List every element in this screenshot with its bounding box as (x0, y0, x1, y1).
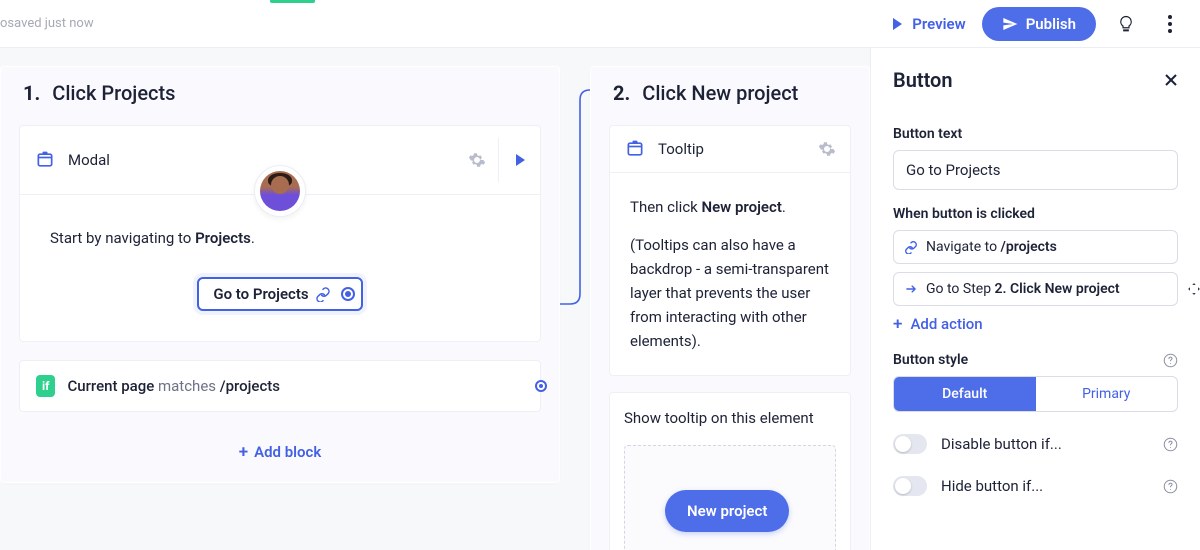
modal-body-text: Start by navigating to Projects. (50, 229, 510, 247)
target-element-pill: New project (665, 490, 789, 532)
kebab-icon (1168, 15, 1172, 33)
target-preview: New project (624, 445, 836, 550)
step-2: 2. Click New project Tooltip Then click … (590, 66, 870, 550)
hide-if-row: Hide button if... (893, 476, 1178, 496)
modal-body[interactable]: Start by navigating to Projects. Go to P… (20, 194, 540, 341)
preview-label: Preview (912, 15, 965, 33)
disable-if-row: Disable button if... (893, 434, 1178, 454)
tooltip-icon (624, 138, 646, 160)
gear-icon (818, 140, 836, 158)
hide-if-toggle[interactable] (893, 476, 927, 496)
publish-button[interactable]: Publish (982, 7, 1096, 41)
step-title: Click Projects (52, 81, 175, 105)
target-label: Show tooltip on this element (624, 409, 836, 427)
help-icon[interactable] (1163, 353, 1178, 368)
target-block[interactable]: Show tooltip on this element New project (609, 392, 851, 550)
go-to-projects-button[interactable]: Go to Projects (197, 277, 362, 311)
disable-if-label: Disable button if... (941, 435, 1149, 453)
publish-label: Publish (1026, 15, 1076, 33)
more-button[interactable] (1156, 10, 1184, 38)
action-navigate-text: Navigate to /projects (926, 239, 1057, 255)
topbar-accent (270, 0, 315, 3)
hide-if-label: Hide button if... (941, 477, 1149, 495)
link-icon (904, 240, 918, 254)
preview-button[interactable]: Preview (890, 15, 965, 33)
button-style-label: Button style (893, 352, 1178, 368)
panel-title: Button (893, 68, 953, 92)
send-icon (1002, 16, 1018, 32)
disable-if-toggle[interactable] (893, 434, 927, 454)
play-icon (513, 153, 527, 167)
block-type-label: Modal (68, 151, 456, 169)
lightbulb-icon (1117, 15, 1135, 33)
drag-handle[interactable] (1187, 282, 1200, 296)
style-default-option[interactable]: Default (894, 377, 1036, 411)
step-card[interactable]: 1. Click Projects Modal (0, 66, 560, 483)
modal-icon (34, 149, 56, 171)
output-port[interactable] (341, 287, 355, 301)
close-panel-button[interactable] (1164, 73, 1178, 87)
block-type-label: Tooltip (658, 140, 806, 158)
step-number: 2. (613, 81, 630, 105)
block-settings-button[interactable] (818, 140, 836, 158)
block-settings-button[interactable] (468, 151, 486, 169)
if-block[interactable]: if Current page matches /projects (19, 360, 541, 412)
play-icon (890, 17, 904, 31)
tooltip-block: Tooltip Then click New project. (Tooltip… (609, 125, 851, 376)
hint-button[interactable] (1112, 10, 1140, 38)
button-text-label: Button text (893, 126, 1178, 142)
add-block-button[interactable]: +Add block (1, 428, 559, 476)
panel-body: Button text When button is clicked Navig… (871, 106, 1200, 550)
tooltip-body-text[interactable]: Then click New project. (Tooltips can al… (610, 172, 850, 375)
style-primary-option[interactable]: Primary (1036, 377, 1178, 411)
topbar: osaved just now Preview Publish (0, 0, 1200, 48)
drag-icon (1187, 282, 1200, 296)
if-badge: if (36, 375, 55, 397)
block-play-button[interactable] (498, 138, 540, 182)
help-icon[interactable] (1163, 479, 1178, 494)
avatar-image (260, 171, 300, 211)
step-number: 1. (23, 81, 40, 105)
step-1: 1. Click Projects Modal (0, 66, 560, 483)
go-to-projects-label: Go to Projects (213, 285, 308, 303)
help-icon[interactable] (1163, 437, 1178, 452)
step-title: Click New project (642, 81, 798, 105)
close-icon (1164, 73, 1178, 87)
avatar[interactable] (254, 165, 306, 217)
step-header: 2. Click New project (591, 67, 869, 125)
action-go-to-step[interactable]: Go to Step 2. Click New project (893, 272, 1178, 306)
gear-icon (468, 151, 486, 169)
button-text-input[interactable] (893, 150, 1178, 190)
action-navigate[interactable]: Navigate to /projects (893, 230, 1178, 264)
step-header: 1. Click Projects (1, 67, 559, 125)
block-header: Tooltip (610, 126, 850, 172)
on-click-label: When button is clicked (893, 206, 1178, 222)
action-go-to-step-text: Go to Step 2. Click New project (926, 281, 1120, 297)
output-port[interactable] (535, 380, 547, 392)
button-style-segmented: Default Primary (893, 376, 1178, 412)
link-icon (315, 286, 331, 302)
autosave-status: osaved just now (0, 16, 94, 31)
modal-block: Modal Start by navigating to Projects. (19, 125, 541, 342)
arrow-right-icon (904, 282, 918, 296)
step-card[interactable]: 2. Click New project Tooltip Then click … (590, 66, 870, 550)
panel-header: Button (871, 48, 1200, 106)
properties-panel: Button Button text When button is clicke… (870, 48, 1200, 550)
if-condition-text: Current page matches /projects (67, 377, 280, 395)
topbar-actions: Preview Publish (890, 7, 1184, 41)
add-action-button[interactable]: +Add action (893, 314, 1178, 334)
